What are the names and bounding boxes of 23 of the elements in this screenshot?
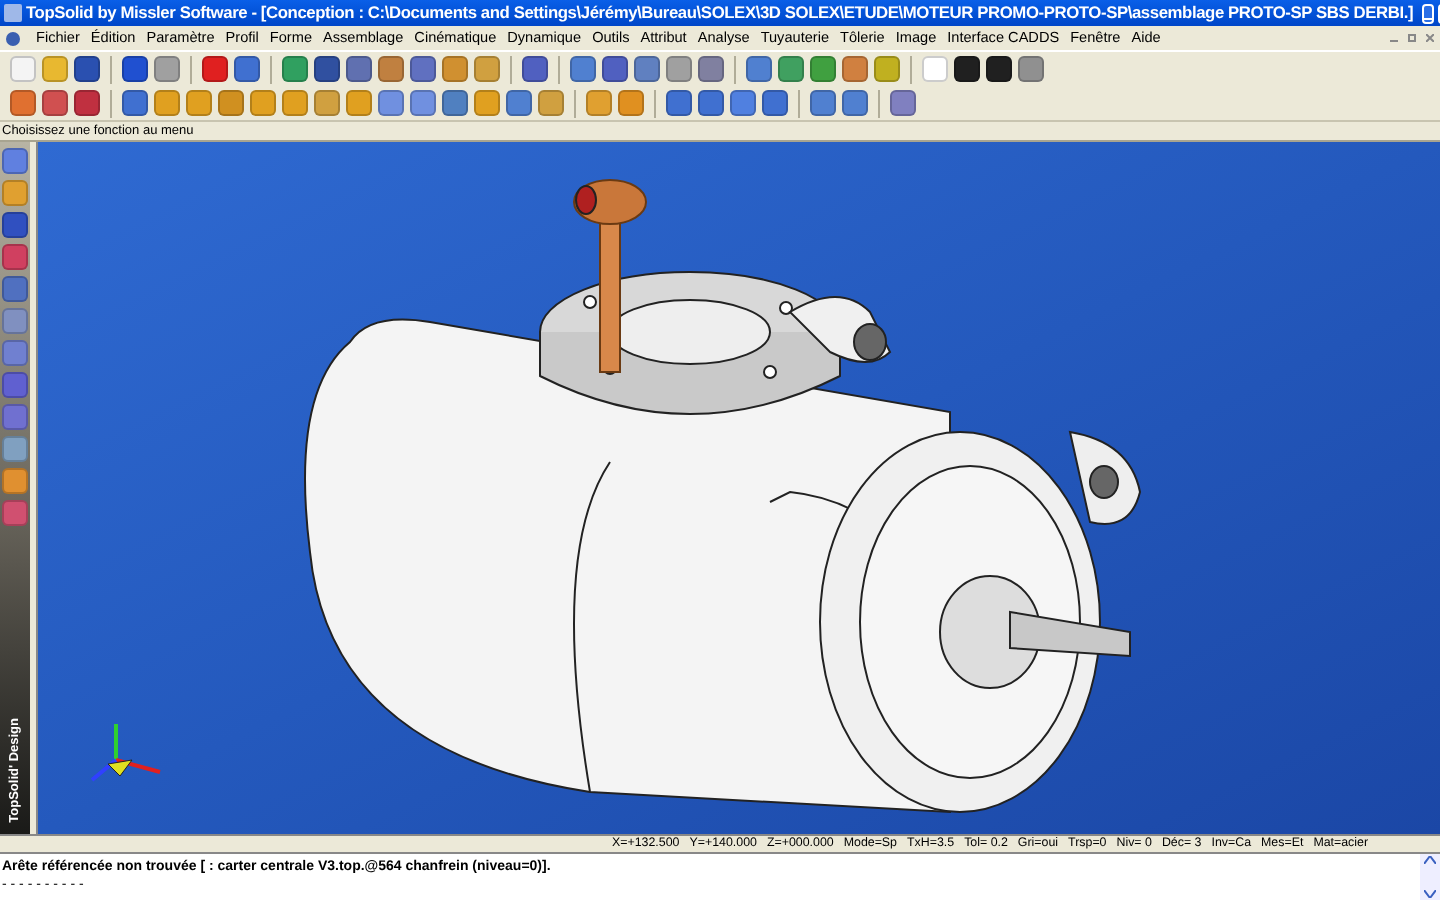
toolbar-button[interactable] (74, 56, 100, 82)
scroll-down-icon[interactable] (1424, 890, 1436, 898)
toolbar-button[interactable] (122, 56, 148, 82)
close-icon[interactable] (1426, 34, 1434, 42)
toolbar-button[interactable] (954, 56, 980, 82)
toolbar-button[interactable] (986, 56, 1012, 82)
tool-button[interactable] (2, 276, 28, 302)
tool-button[interactable] (2, 244, 28, 270)
toolbar-button[interactable] (522, 56, 548, 82)
app-icon (4, 4, 22, 22)
document-icon (6, 31, 20, 45)
tool-button[interactable] (2, 148, 28, 174)
scroll-up-icon[interactable] (1424, 856, 1436, 864)
toolbar-button[interactable] (74, 90, 100, 116)
scrollbar[interactable] (1420, 854, 1440, 900)
restore-icon[interactable] (1408, 34, 1416, 42)
minimize-button[interactable] (1421, 3, 1434, 23)
axis-triad-icon (88, 720, 164, 784)
window-title: TopSolid by Missler Software - [Conception : C:\Documents and Settings\Jérémy\Bureau\SOLEX\3D SOLEX\ETUDE\MOTEUR PROMO-PROTO-SP\assemblage PROTO-SP SBS DERBI.] (26, 0, 1414, 26)
tool-button[interactable] (2, 468, 28, 494)
toolbar-button[interactable] (602, 56, 628, 82)
tool-button[interactable] (2, 212, 28, 238)
toolbar-button[interactable] (314, 56, 340, 82)
